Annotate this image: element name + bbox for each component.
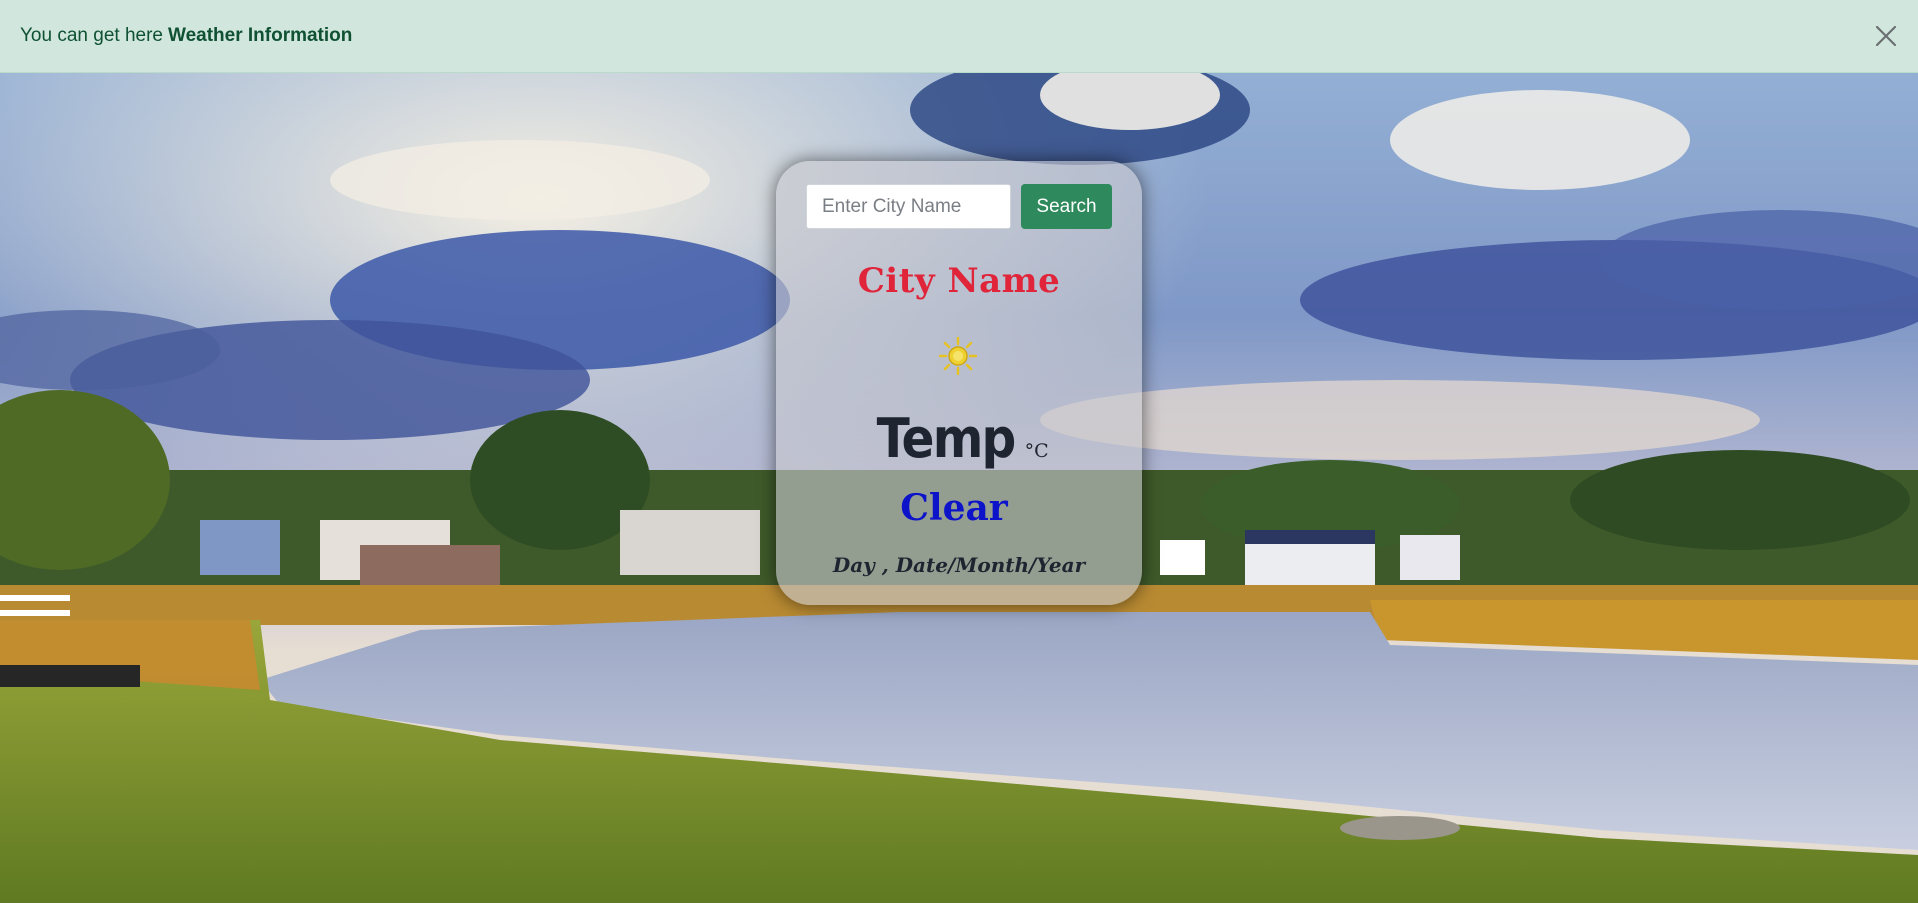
alert-strong-text: Weather Information — [167, 25, 353, 46]
search-button[interactable]: Search — [1021, 184, 1112, 229]
temperature-value: Temp — [877, 407, 1017, 470]
date-text: Day , Date/Month/Year — [832, 553, 1086, 577]
page: You can get here Weather Information Sea… — [0, 0, 1918, 903]
sun-icon — [938, 336, 978, 376]
city-search-input[interactable] — [806, 184, 1011, 229]
weather-card: Search City Name Temp °C Clear Day , Date… — [776, 161, 1142, 605]
temperature-row: Temp °C — [776, 407, 1142, 470]
info-alert: You can get here Weather Information — [0, 0, 1918, 73]
temperature-unit: °C — [1024, 440, 1049, 462]
weather-condition: Clear — [900, 487, 1008, 529]
city-name-heading: City Name — [857, 261, 1061, 301]
close-icon[interactable] — [1872, 22, 1900, 50]
alert-text: You can get here — [20, 25, 163, 46]
